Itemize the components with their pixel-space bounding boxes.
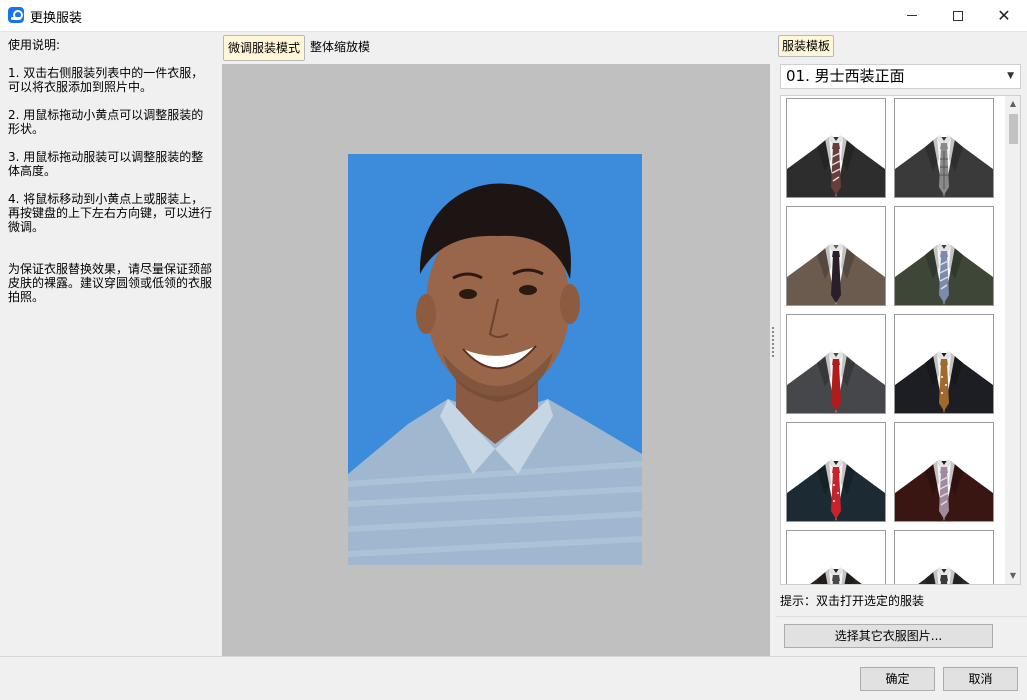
vertical-scrollbar[interactable]: ▲ ▼ [1005, 96, 1020, 584]
suit-thumb-6[interactable] [894, 314, 994, 414]
clothing-thumbnail-list[interactable]: ▲ ▼ [780, 95, 1021, 585]
help-panel: 使用说明: 1. 双击右侧服装列表中的一件衣服， 可以将衣服添加到照片中。 2.… [0, 32, 222, 657]
portrait-photo[interactable] [348, 154, 642, 565]
dropdown-arrow-icon: ▼ [1007, 71, 1014, 81]
help-item: 2. 用鼠标拖动小黄点可以调整服装的 形状。 [8, 108, 204, 136]
dialog-body: 使用说明: 1. 双击右侧服装列表中的一件衣服， 可以将衣服添加到照片中。 2.… [0, 31, 1027, 657]
help-item: 1. 双击右侧服装列表中的一件衣服， 可以将衣服添加到照片中。 [8, 66, 204, 94]
cancel-button[interactable]: 取消 [943, 667, 1018, 691]
suit-image [787, 99, 885, 197]
splitter-grip-icon [772, 327, 774, 357]
maximize-button[interactable] [935, 0, 981, 31]
scroll-up-icon[interactable]: ▲ [1005, 96, 1020, 112]
scroll-down-icon[interactable]: ▼ [1005, 568, 1020, 584]
minimize-button[interactable] [889, 0, 935, 31]
suit-thumb-10[interactable] [894, 530, 994, 584]
suit-image [895, 531, 993, 584]
suit-image [895, 207, 993, 305]
suit-thumb-8[interactable] [894, 422, 994, 522]
dialog-footer: 确定 取消 [0, 656, 1027, 700]
minimize-icon [907, 15, 917, 16]
mode-tabs: 微调服装模式 整体缩放模式 [222, 32, 770, 78]
suit-image [895, 99, 993, 197]
hint-text: 提示：双击打开选定的服装 [780, 594, 925, 608]
suit-image [787, 207, 885, 305]
divider [776, 616, 1027, 617]
suit-thumb-4[interactable] [894, 206, 994, 306]
tab-overall-scale-mode[interactable]: 整体缩放模式 [306, 35, 384, 78]
suit-thumb-5[interactable] [786, 314, 886, 414]
template-panel: 服装模板 01. 男士西装正面 ▼ ▲ ▼ 提示：双击打开选定的服装 选择其它衣… [776, 32, 1027, 657]
suit-thumb-1[interactable] [786, 98, 886, 198]
suit-thumb-9[interactable] [786, 530, 886, 584]
scrollbar-thumb[interactable] [1009, 114, 1018, 144]
close-button[interactable]: ✕ [981, 0, 1027, 31]
help-note: 为保证衣服替换效果，请尽量保证颈部 皮肤的裸露。建议穿圆领或低领的衣服 拍照。 [8, 262, 213, 304]
editor-area: 微调服装模式 整体缩放模式 [222, 32, 770, 657]
selected-template-label: 01. 男士西装正面 [786, 67, 905, 85]
portrait-image [348, 154, 642, 565]
suit-image [787, 423, 885, 521]
help-item: 4. 将鼠标移动到小黄点上或服装上， 再按键盘的上下左右方向键，可以进行 微调。 [8, 192, 213, 234]
tab-clothing-templates[interactable]: 服装模板 [778, 35, 834, 57]
maximize-icon [953, 10, 963, 21]
close-icon: ✕ [997, 6, 1011, 25]
suit-image [787, 315, 885, 413]
title-bar: 更换服装 ✕ [0, 0, 1027, 31]
app-icon [8, 7, 24, 23]
choose-other-clothing-button[interactable]: 选择其它衣服图片... [784, 624, 993, 648]
window-title: 更换服装 [30, 11, 83, 26]
suit-image [787, 531, 885, 584]
tab-fine-adjust-mode[interactable]: 微调服装模式 [223, 35, 305, 61]
suit-thumb-7[interactable] [786, 422, 886, 522]
photo-canvas[interactable] [222, 64, 770, 657]
suit-image [895, 423, 993, 521]
ok-button[interactable]: 确定 [860, 667, 935, 691]
suit-image [895, 315, 993, 413]
template-category-select[interactable]: 01. 男士西装正面 ▼ [780, 64, 1021, 89]
help-title: 使用说明: [8, 38, 61, 52]
suit-thumb-3[interactable] [786, 206, 886, 306]
help-item: 3. 用鼠标拖动服装可以调整服装的整 体高度。 [8, 150, 204, 178]
suit-thumb-2[interactable] [894, 98, 994, 198]
